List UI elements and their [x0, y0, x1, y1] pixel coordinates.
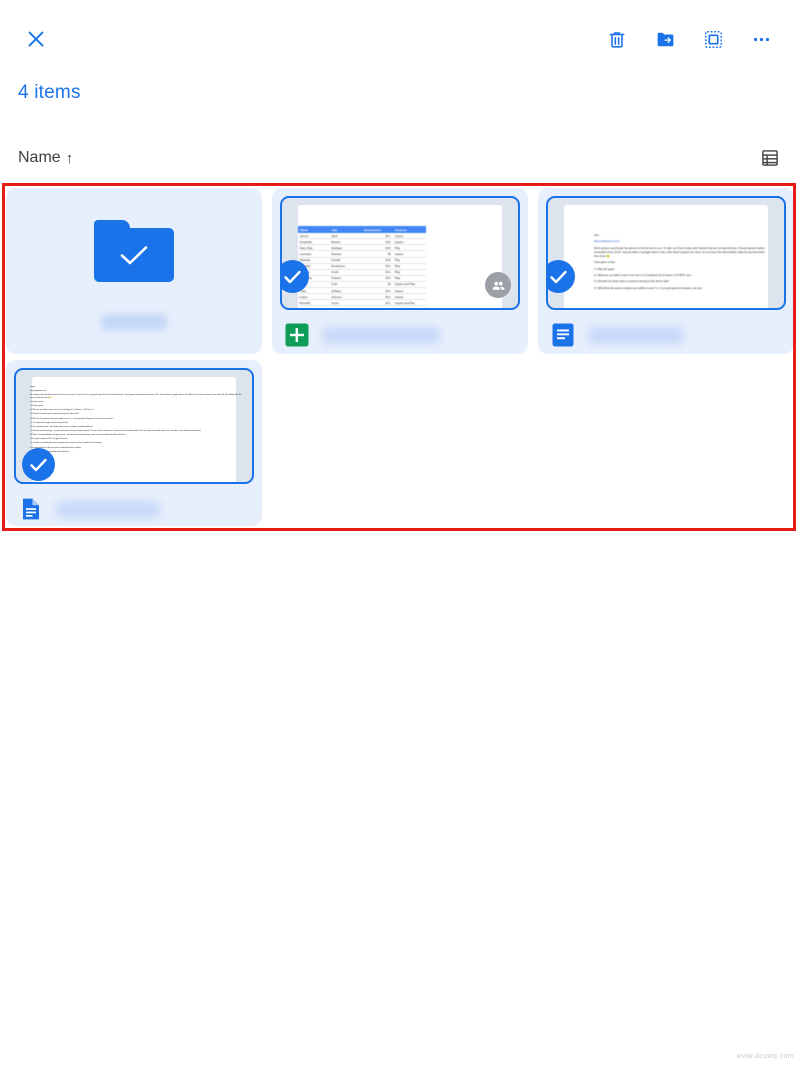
table-row: Meredith Jones 36.1 Inquire and Play [298, 299, 426, 307]
file-name-redacted [588, 326, 684, 344]
google-sheets-icon [285, 323, 309, 347]
folder-name-redacted [101, 314, 167, 330]
grid-item-document-2[interactable]: Engine https://playearnfi.com/ We're goi… [6, 360, 262, 526]
move-folder-icon[interactable] [652, 26, 678, 52]
sort-label-text: Name [18, 149, 61, 166]
sort-by-name-button[interactable]: Name ↑ [18, 149, 73, 167]
file-manager-selection-screen: 4 items Name ↑ Name Age Temperature Purp… [0, 0, 800, 1066]
trash-icon[interactable] [604, 26, 630, 52]
table-body: Johnny West 36.1 Inquire Annabelle Reams 33.6… [298, 232, 426, 307]
document-2-footer [14, 496, 254, 522]
grid-item-document[interactable]: Visit https://playearnfi.com/ We're goin… [538, 188, 794, 354]
more-options-icon[interactable] [748, 26, 774, 52]
file-name-redacted [56, 500, 160, 518]
checkmark-icon [550, 270, 567, 283]
spreadsheet-footer [280, 322, 520, 348]
selected-count-label: 4 items [18, 82, 81, 103]
action-icon-group [604, 26, 774, 52]
folder-body [94, 228, 174, 282]
watermark-text: www.dcuwq.com [736, 1053, 794, 1060]
document-preview-text: Engine https://playearnfi.com/ We're goi… [30, 386, 242, 469]
document-thumbnail[interactable]: Visit https://playearnfi.com/ We're goin… [546, 196, 786, 310]
people-icon [492, 281, 504, 290]
list-view-icon[interactable] [758, 146, 782, 170]
document-preview-text: Visit https://playearnfi.com/ We're goin… [594, 234, 765, 290]
selection-action-bar [0, 0, 800, 78]
spreadsheet-thumbnail[interactable]: Name Age Temperature Purpose Johnny West 3… [280, 196, 520, 310]
select-all-icon[interactable] [700, 26, 726, 52]
selection-checkmark-badge[interactable] [22, 448, 55, 481]
close-icon[interactable] [18, 21, 54, 57]
sort-direction-arrow-icon: ↑ [65, 149, 74, 167]
checkmark-icon [284, 270, 301, 283]
file-name-redacted [322, 326, 440, 344]
shared-people-badge [485, 272, 511, 298]
checkmark-icon [30, 458, 47, 471]
grid-item-spreadsheet[interactable]: Name Age Temperature Purpose Johnny West 3… [272, 188, 528, 354]
grid-item-folder[interactable] [6, 188, 262, 354]
document-thumbnail[interactable]: Engine https://playearnfi.com/ We're goi… [14, 368, 254, 484]
checkmark-icon [120, 246, 148, 265]
file-grid: Name Age Temperature Purpose Johnny West 3… [6, 188, 794, 526]
spreadsheet-preview-table: Name Age Temperature Purpose Johnny West 3… [298, 225, 426, 307]
doc-file-icon [23, 498, 39, 520]
google-docs-icon [552, 323, 574, 347]
document-footer [546, 322, 786, 348]
folder-icon [94, 220, 174, 282]
sort-and-view-row: Name ↑ [0, 142, 800, 174]
